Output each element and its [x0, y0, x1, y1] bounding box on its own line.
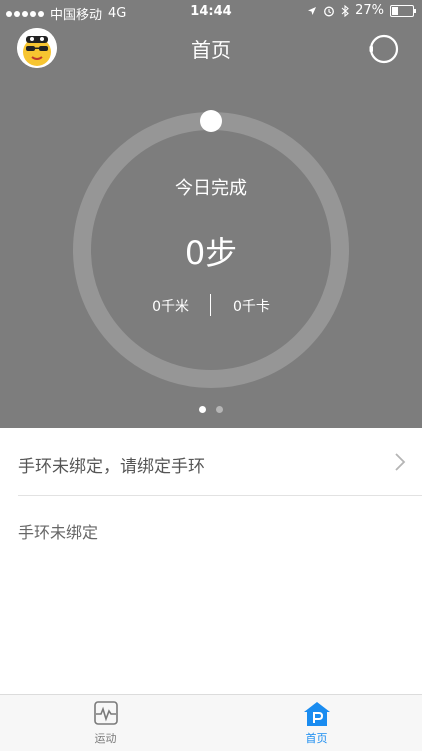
location-arrow-icon [308, 6, 317, 15]
status-bar: 中国移动 4G 14:44 27% [0, 0, 422, 24]
stats-divider [210, 294, 211, 316]
alarm-icon [324, 6, 335, 16]
tab-sport[interactable]: 运动 [0, 695, 211, 751]
bind-status-label: 手环未绑定 [18, 523, 99, 542]
bind-prompt-label: 手环未绑定，请绑定手环 [18, 457, 205, 477]
activity-icon [94, 701, 118, 725]
page-indicator[interactable] [0, 406, 422, 413]
row-divider [18, 495, 422, 496]
watch-button[interactable] [368, 33, 400, 65]
ring-progress-knob [200, 110, 222, 132]
tab-home[interactable]: 首页 [211, 695, 422, 751]
home-p-icon [304, 702, 330, 726]
step-count: 0步 [184, 234, 238, 272]
tab-bar: 运动 首页 [0, 694, 422, 751]
page-dot-1[interactable] [199, 406, 206, 413]
chevron-right-icon [395, 453, 406, 471]
page-dot-2[interactable] [216, 406, 223, 413]
battery-percent: 27% [355, 3, 384, 18]
tab-home-label: 首页 [305, 732, 328, 745]
watch-icon [369, 34, 399, 64]
battery-icon [390, 4, 416, 17]
distance-value: 0千米 [152, 299, 189, 315]
bluetooth-icon [341, 4, 349, 17]
ring-title: 今日完成 [175, 178, 247, 199]
page-title: 首页 [191, 38, 231, 62]
tab-sport-label: 运动 [94, 732, 117, 745]
calories-value: 0千卡 [233, 299, 270, 315]
bind-band-row[interactable]: 手环未绑定，请绑定手环 [0, 428, 422, 495]
